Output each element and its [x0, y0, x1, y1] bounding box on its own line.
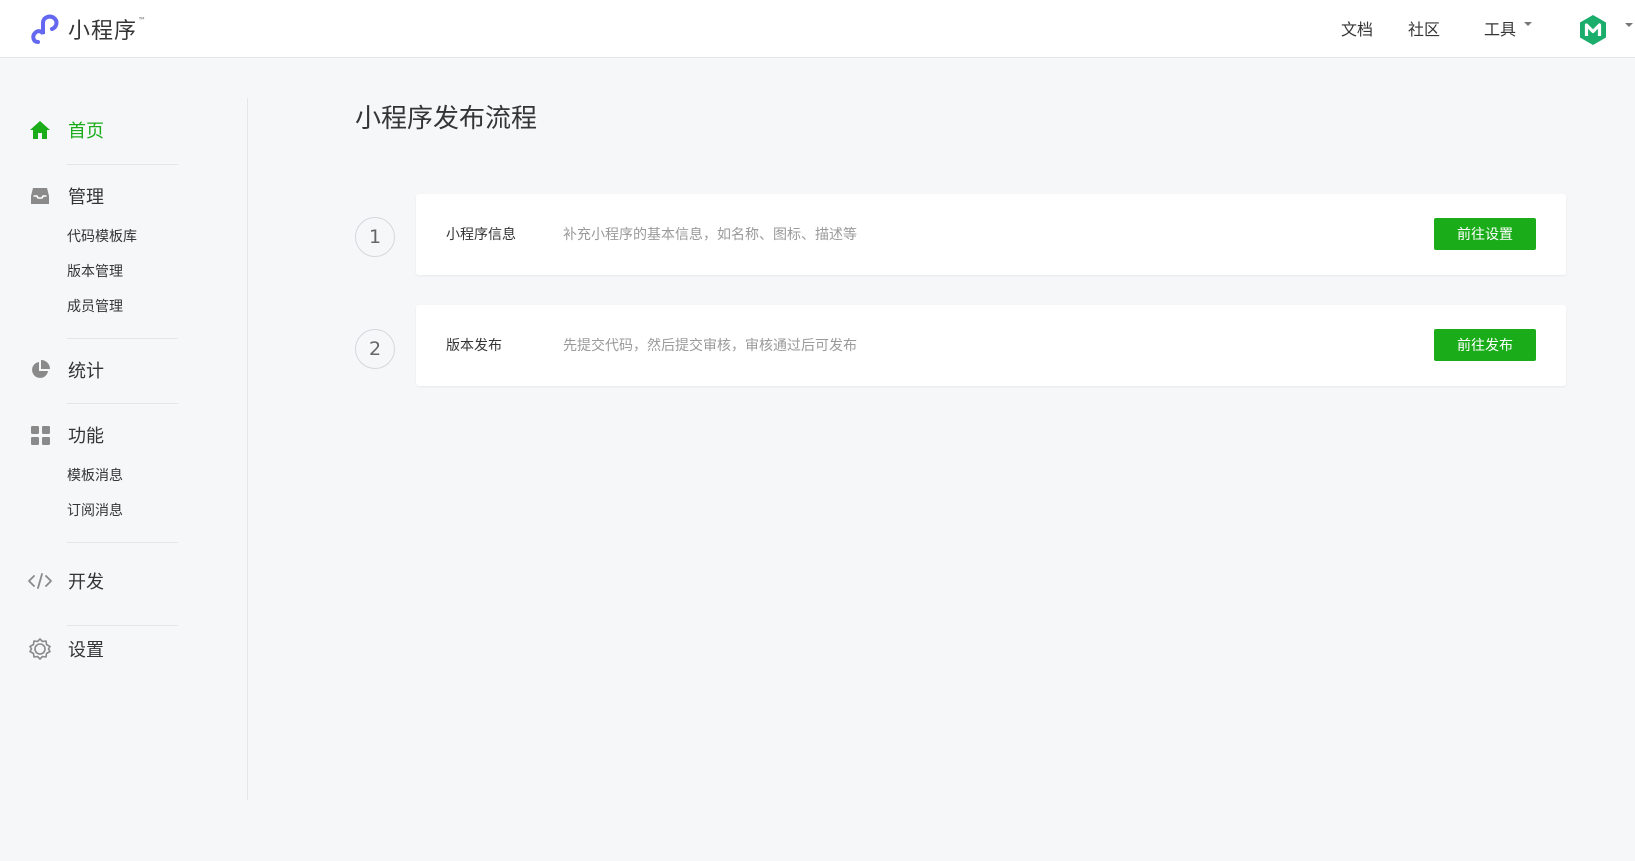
divider [67, 164, 178, 165]
top-header: 小程序 ™ 文档 社区 工具 [0, 0, 1635, 58]
sidebar-item-features[interactable]: 功能 [28, 422, 104, 448]
step-description: 先提交代码，然后提交审核，审核通过后可发布 [563, 338, 857, 354]
brand-name: 小程序 [68, 19, 138, 44]
sidebar-subitem-member-manage[interactable]: 成员管理 [67, 297, 123, 317]
home-icon [28, 118, 52, 142]
divider [67, 403, 178, 404]
nav-tools-label: 工具 [1484, 20, 1517, 39]
divider [67, 542, 178, 543]
nav-tools-dropdown[interactable]: 工具 [1484, 16, 1533, 40]
sidebar-subitem-subscribe-message[interactable]: 订阅消息 [67, 501, 123, 521]
avatar-caret-down-icon[interactable] [1625, 23, 1633, 27]
step-title: 版本发布 [446, 338, 502, 354]
divider [67, 338, 178, 339]
code-icon [28, 569, 52, 593]
step-title: 小程序信息 [446, 227, 516, 243]
nav-community[interactable]: 社区 [1408, 16, 1440, 40]
grid-icon [28, 423, 52, 447]
sidebar-item-features-label: 功能 [68, 426, 104, 447]
step-card-2: 版本发布 先提交代码，然后提交审核，审核通过后可发布 前往发布 [416, 305, 1566, 386]
step-description: 补充小程序的基本信息，如名称、图标、描述等 [563, 227, 857, 243]
step-number-2: 2 [355, 329, 395, 369]
step-number-1: 1 [355, 217, 395, 257]
brand[interactable]: 小程序 ™ [30, 12, 146, 46]
sidebar-item-settings-label: 设置 [68, 640, 104, 661]
trademark: ™ [138, 15, 147, 25]
mini-program-logo-icon [31, 14, 59, 44]
goto-publish-button[interactable]: 前往发布 [1434, 329, 1536, 361]
nav-community-label: 社区 [1408, 20, 1441, 39]
sidebar-item-home-label: 首页 [68, 121, 104, 142]
sidebar-item-manage-label: 管理 [68, 187, 104, 208]
divider [67, 625, 178, 626]
sidebar-item-stats[interactable]: 统计 [28, 357, 104, 383]
step-card-1: 小程序信息 补充小程序的基本信息，如名称、图标、描述等 前往设置 [416, 194, 1566, 275]
page-title: 小程序发布流程 [355, 104, 538, 134]
nav-docs-label: 文档 [1341, 20, 1374, 39]
sidebar-item-settings[interactable]: 设置 [28, 636, 104, 662]
sidebar-item-develop[interactable]: 开发 [28, 568, 104, 594]
sidebar: 首页 管理 代码模板库 版本管理 成员管理 统计 功能 模板消息 订阅消息 开发… [0, 98, 248, 800]
pie-chart-icon [28, 358, 52, 382]
sidebar-item-home[interactable]: 首页 [28, 117, 104, 143]
sidebar-item-manage[interactable]: 管理 [28, 183, 104, 209]
sidebar-subitem-template-message[interactable]: 模板消息 [67, 466, 123, 486]
goto-settings-button[interactable]: 前往设置 [1434, 218, 1536, 250]
sidebar-subitem-code-template[interactable]: 代码模板库 [67, 227, 137, 247]
inbox-icon [28, 184, 52, 208]
sidebar-item-stats-label: 统计 [68, 361, 104, 382]
avatar[interactable] [1578, 14, 1608, 46]
gear-icon [28, 637, 52, 661]
nav-docs[interactable]: 文档 [1341, 16, 1373, 40]
caret-down-icon [1524, 22, 1533, 26]
sidebar-subitem-version-manage[interactable]: 版本管理 [67, 262, 123, 282]
sidebar-item-develop-label: 开发 [68, 572, 104, 593]
